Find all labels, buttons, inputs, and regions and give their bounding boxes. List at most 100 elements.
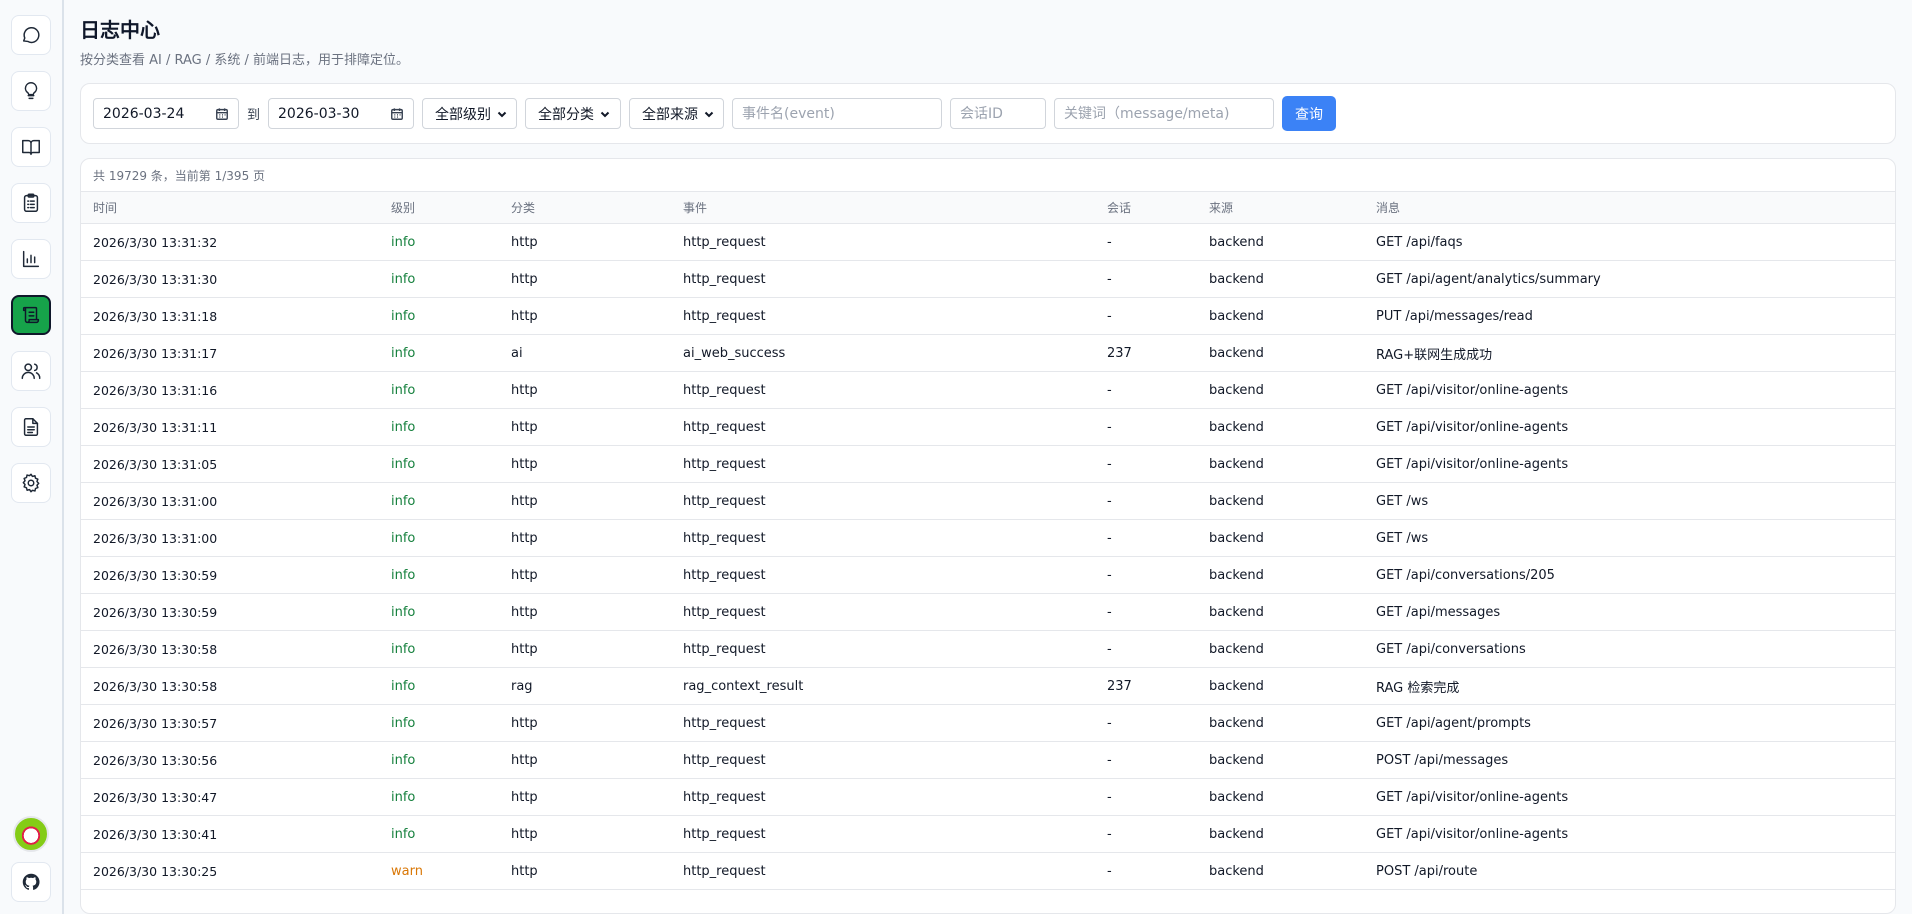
cell-source: backend [1197, 852, 1364, 890]
table-row[interactable]: 2026/3/30 13:31:00 info http http_request - b… [81, 482, 1895, 520]
cell-event: http_request [671, 445, 1095, 483]
nav-tasks[interactable] [11, 183, 51, 223]
cell-level: info [379, 741, 499, 779]
cell-message: GET /api/visitor/online-agents [1364, 445, 1895, 483]
table-row[interactable]: 2026/3/30 13:31:18 info http http_request - b… [81, 297, 1895, 335]
table-row[interactable]: 2026/3/30 13:31:17 info ai ai_web_success 23… [81, 334, 1895, 372]
cell-source: backend [1197, 815, 1364, 853]
keyword-input[interactable] [1054, 98, 1275, 129]
cell-category: http [499, 630, 671, 668]
cell-category: http [499, 593, 671, 631]
cell-source: backend [1197, 297, 1364, 335]
cell-event: http_request [671, 778, 1095, 816]
cell-message: RAG+联网生成成功 [1364, 334, 1895, 372]
cell-event: http_request [671, 741, 1095, 779]
column-header-event: 事件 [683, 201, 708, 215]
nav-chat[interactable] [11, 15, 51, 55]
column-header-time: 时间 [93, 201, 118, 215]
nav-knowledge[interactable] [11, 127, 51, 167]
table-row[interactable]: 2026/3/30 13:31:30 info http http_request - b… [81, 260, 1895, 298]
sidebar [0, 0, 64, 914]
cell-session: - [1095, 593, 1197, 631]
avatar[interactable] [13, 816, 49, 852]
table-row[interactable]: 2026/3/30 13:30:56 info http http_request - b… [81, 741, 1895, 779]
cell-source: backend [1197, 556, 1364, 594]
end-date-picker[interactable]: 2026-03-30 [268, 98, 415, 129]
cell-source: backend [1197, 408, 1364, 446]
cell-time: 2026/3/30 13:30:58 [81, 667, 379, 705]
table-row[interactable]: 2026/3/30 13:30:59 info http http_request - b… [81, 593, 1895, 631]
cell-session: - [1095, 778, 1197, 816]
github-link[interactable] [11, 862, 51, 902]
cell-time: 2026/3/30 13:31:18 [81, 297, 379, 335]
cell-session: - [1095, 852, 1197, 890]
cell-level: warn [379, 852, 499, 890]
cell-level: info [379, 667, 499, 705]
category-select[interactable]: 全部分类 [525, 98, 622, 129]
start-date-value: 2026-03-24 [103, 105, 185, 122]
table-row[interactable]: 2026/3/30 13:31:16 info http http_request - b… [81, 371, 1895, 409]
table-row[interactable]: 2026/3/30 13:31:32 info http http_request - b… [81, 223, 1895, 261]
table-row[interactable]: 2026/3/30 13:30:47 info http http_request - b… [81, 778, 1895, 816]
source-select[interactable]: 全部来源 [629, 98, 725, 129]
cell-event: http_request [671, 852, 1095, 890]
cell-message: GET /api/visitor/online-agents [1364, 408, 1895, 446]
table-header-row: 时间 级别 分类 事件 会话 来源 消息 [81, 191, 1895, 224]
table-row[interactable]: 2026/3/30 13:30:58 info rag rag_context_res… [81, 667, 1895, 705]
cell-level: info [379, 704, 499, 742]
table-row[interactable]: 2026/3/30 13:31:11 info http http_request - b… [81, 408, 1895, 446]
level-select[interactable]: 全部级别 [422, 98, 518, 129]
cell-level: info [379, 482, 499, 520]
cell-source: backend [1197, 704, 1364, 742]
table-row[interactable]: 2026/3/30 13:30:57 info http http_request - b… [81, 704, 1895, 742]
cell-source: backend [1197, 519, 1364, 557]
cell-level: info [379, 815, 499, 853]
nav-faq[interactable] [11, 71, 51, 111]
table-row[interactable]: 2026/3/30 13:31:00 info http http_request - b… [81, 519, 1895, 557]
start-date-picker[interactable]: 2026-03-24 [93, 98, 239, 129]
cell-level: info [379, 371, 499, 409]
nav-settings[interactable] [11, 463, 51, 503]
cell-level: info [379, 408, 499, 446]
cell-level: info [379, 630, 499, 668]
nav-logs[interactable] [11, 295, 51, 335]
cell-category: http [499, 260, 671, 298]
cell-time: 2026/3/30 13:30:59 [81, 593, 379, 631]
session-id-input[interactable] [950, 98, 1047, 129]
table-row[interactable]: 2026/3/30 13:30:59 info http http_request - b… [81, 556, 1895, 594]
cell-level: info [379, 260, 499, 298]
table-row[interactable]: 2026/3/30 13:30:25 warn http http_request - b… [81, 852, 1895, 890]
column-header-session: 会话 [1107, 201, 1132, 215]
nav-analytics[interactable] [11, 239, 51, 279]
cell-category: http [499, 815, 671, 853]
cell-message: GET /api/agent/prompts [1364, 704, 1895, 742]
cell-level: info [379, 297, 499, 335]
cell-category: http [499, 445, 671, 483]
cell-session: - [1095, 815, 1197, 853]
table-summary: 共 19729 条，当前第 1/395 页 [93, 168, 266, 183]
table-row[interactable]: 2026/3/30 13:30:58 info http http_request - b… [81, 630, 1895, 668]
cell-category: http [499, 741, 671, 779]
cell-time: 2026/3/30 13:31:00 [81, 519, 379, 557]
nav-users[interactable] [11, 351, 51, 391]
cell-level: info [379, 556, 499, 594]
cell-source: backend [1197, 741, 1364, 779]
cell-category: http [499, 852, 671, 890]
cell-message: GET /api/visitor/online-agents [1364, 778, 1895, 816]
cell-source: backend [1197, 778, 1364, 816]
column-header-source: 来源 [1209, 201, 1234, 215]
sidebar-bottom [11, 816, 51, 902]
cell-message: GET /ws [1364, 519, 1895, 557]
event-name-input[interactable] [732, 98, 943, 129]
table-row[interactable]: 2026/3/30 13:30:41 info http http_request - b… [81, 815, 1895, 853]
nav-documents[interactable] [11, 407, 51, 447]
clipboard-icon [23, 193, 39, 212]
cell-message: GET /api/conversations/205 [1364, 556, 1895, 594]
cell-category: http [499, 223, 671, 261]
log-table-card: 共 19729 条，当前第 1/395 页 时间 级别 分类 事件 会话 来源 … [80, 158, 1896, 914]
cell-message: GET /api/visitor/online-agents [1364, 371, 1895, 409]
cell-source: backend [1197, 630, 1364, 668]
cell-session: - [1095, 519, 1197, 557]
table-row[interactable]: 2026/3/30 13:31:05 info http http_request - b… [81, 445, 1895, 483]
query-button[interactable]: 查询 [1282, 96, 1337, 131]
